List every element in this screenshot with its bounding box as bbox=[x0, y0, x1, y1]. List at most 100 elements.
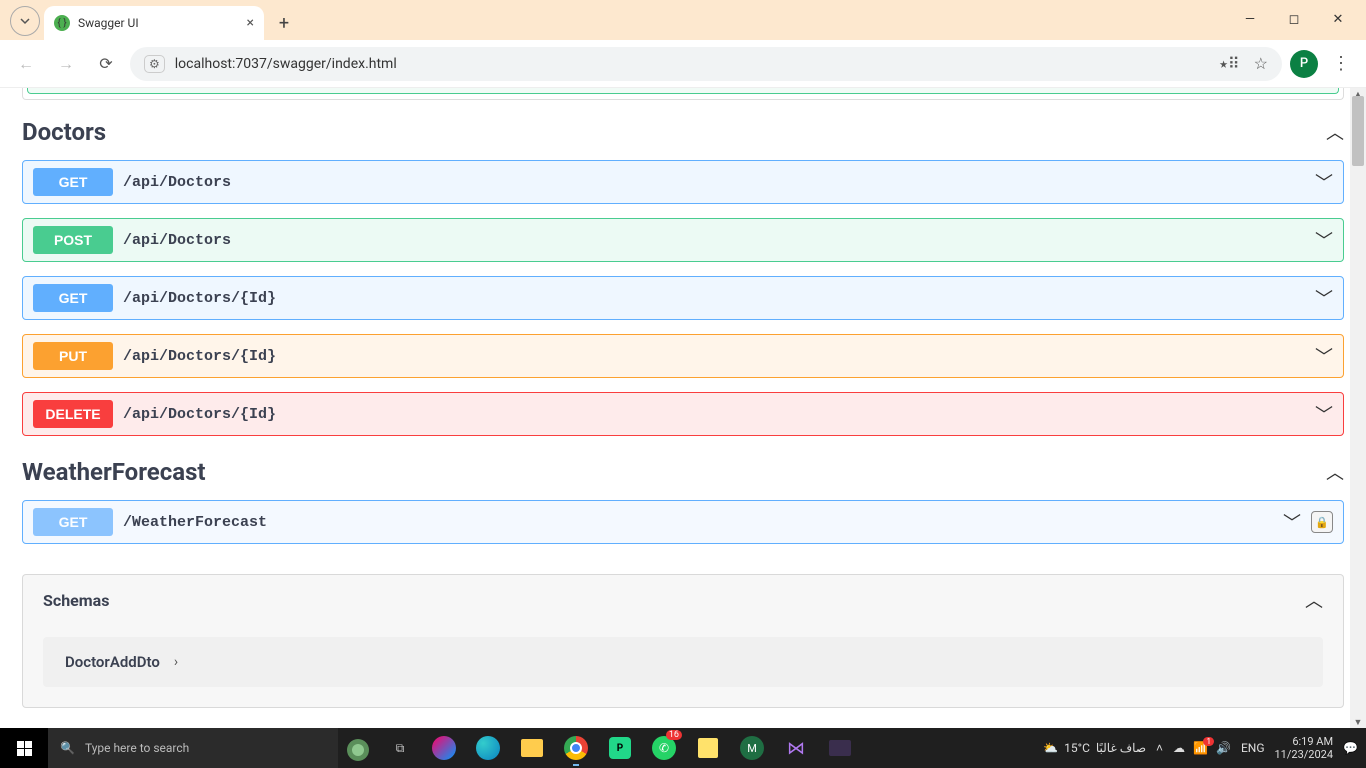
app-pycharm[interactable]: P bbox=[598, 728, 642, 768]
schemas-section: Schemas ︿ DoctorAddDto › bbox=[22, 574, 1344, 708]
schema-name: DoctorAddDto bbox=[65, 653, 160, 671]
chevron-down-icon bbox=[20, 16, 30, 26]
chevron-down-icon: ﹀ bbox=[1315, 343, 1333, 369]
weather-icon: ⛅ bbox=[1043, 741, 1058, 755]
chevron-down-icon: ﹀ bbox=[1315, 401, 1333, 427]
wifi-icon[interactable]: 📶1 bbox=[1193, 741, 1208, 755]
app-sticky-notes[interactable] bbox=[686, 728, 730, 768]
scroll-down-arrow-icon[interactable]: ▼ bbox=[1352, 716, 1364, 728]
endpoint-path: /WeatherForecast bbox=[123, 514, 267, 531]
app-edge[interactable] bbox=[466, 728, 510, 768]
tray-overflow-button[interactable]: ˄ bbox=[1156, 741, 1163, 755]
app-teams[interactable]: M bbox=[730, 728, 774, 768]
taskbar-weather[interactable]: ⛅ 15°C صاف غالبًا bbox=[1043, 741, 1146, 755]
schemas-header[interactable]: Schemas ︿ bbox=[23, 575, 1343, 625]
app-terminal[interactable] bbox=[818, 728, 862, 768]
search-placeholder: Type here to search bbox=[85, 741, 189, 755]
nav-forward-button[interactable]: → bbox=[50, 48, 82, 80]
tag-title: Doctors bbox=[22, 118, 106, 146]
succulent-icon bbox=[341, 731, 375, 765]
window-minimize-button[interactable]: — bbox=[1228, 4, 1272, 34]
browser-menu-button[interactable]: ⋮ bbox=[1326, 53, 1356, 74]
endpoint-path: /api/Doctors/{Id} bbox=[123, 406, 276, 423]
translate-icon[interactable]: ⭑⠿ bbox=[1219, 54, 1239, 74]
browser-tab-strip: { } Swagger UI × + — ◻ ✕ bbox=[0, 0, 1366, 40]
tag-header-doctors[interactable]: Doctors ︿ bbox=[22, 110, 1344, 160]
opblock-delete-doctor[interactable]: DELETE /api/Doctors/{Id} ﹀ bbox=[22, 392, 1344, 436]
bookmark-icon[interactable]: ☆ bbox=[1254, 54, 1268, 73]
lock-icon[interactable]: 🔒 bbox=[1311, 511, 1333, 533]
weather-condition: صاف غالبًا bbox=[1096, 741, 1146, 755]
taskbar-search[interactable]: 🔍 Type here to search bbox=[48, 728, 338, 768]
page-viewport: Doctors ︿ GET /api/Doctors ﹀ POST /api/D… bbox=[0, 88, 1366, 728]
app-chrome[interactable] bbox=[554, 728, 598, 768]
tag-title: WeatherForecast bbox=[22, 458, 206, 486]
method-badge: POST bbox=[33, 226, 113, 254]
endpoint-path: /api/Doctors bbox=[123, 232, 231, 249]
chevron-down-icon: ﹀ bbox=[1315, 285, 1333, 311]
start-button[interactable] bbox=[0, 728, 48, 768]
clock-date: 11/23/2024 bbox=[1275, 748, 1334, 761]
opblock-get-weatherforecast[interactable]: GET /WeatherForecast ﹀ 🔒 bbox=[22, 500, 1344, 544]
chevron-down-icon: ﹀ bbox=[1315, 227, 1333, 253]
language-indicator[interactable]: ENG bbox=[1241, 741, 1265, 755]
endpoint-path: /api/Doctors/{Id} bbox=[123, 348, 276, 365]
tag-header-weatherforecast[interactable]: WeatherForecast ︿ bbox=[22, 450, 1344, 500]
chevron-down-icon: ﹀ bbox=[1283, 509, 1301, 535]
onedrive-icon[interactable]: ☁ bbox=[1173, 741, 1185, 755]
chevron-up-icon: ︿ bbox=[1305, 587, 1323, 613]
chevron-up-icon: ︿ bbox=[1326, 119, 1344, 145]
new-tab-button[interactable]: + bbox=[270, 9, 298, 37]
chevron-down-icon: ﹀ bbox=[1315, 169, 1333, 195]
app-whatsapp[interactable]: ✆16 bbox=[642, 728, 686, 768]
volume-icon[interactable]: 🔊 bbox=[1216, 741, 1231, 755]
nav-reload-button[interactable]: ⟳ bbox=[90, 48, 122, 80]
method-badge: GET bbox=[33, 508, 113, 536]
tab-title: Swagger UI bbox=[78, 16, 139, 30]
schemas-title: Schemas bbox=[43, 591, 109, 610]
site-info-icon[interactable]: ⚙ bbox=[144, 55, 165, 73]
taskbar-clock[interactable]: 6:19 AM 11/23/2024 bbox=[1275, 735, 1334, 761]
window-close-button[interactable]: ✕ bbox=[1316, 4, 1360, 34]
opblock-get-doctors[interactable]: GET /api/Doctors ﹀ bbox=[22, 160, 1344, 204]
nav-back-button[interactable]: ← bbox=[10, 48, 42, 80]
chevron-up-icon: ︿ bbox=[1326, 459, 1344, 485]
scroll-thumb[interactable] bbox=[1352, 96, 1364, 166]
profile-avatar[interactable]: P bbox=[1290, 50, 1318, 78]
method-badge: PUT bbox=[33, 342, 113, 370]
swagger-favicon-icon: { } bbox=[54, 15, 70, 31]
browser-tab[interactable]: { } Swagger UI × bbox=[44, 6, 264, 40]
address-bar[interactable]: ⚙ localhost:7037/swagger/index.html ⭑⠿ ☆ bbox=[130, 47, 1282, 81]
schema-item[interactable]: DoctorAddDto › bbox=[43, 637, 1323, 687]
window-maximize-button[interactable]: ◻ bbox=[1272, 4, 1316, 34]
method-badge: DELETE bbox=[33, 400, 113, 428]
app-file-explorer[interactable] bbox=[510, 728, 554, 768]
opblock-put-doctor[interactable]: PUT /api/Doctors/{Id} ﹀ bbox=[22, 334, 1344, 378]
chevron-right-icon: › bbox=[174, 654, 178, 670]
tab-search-button[interactable] bbox=[10, 6, 40, 36]
method-badge: GET bbox=[33, 168, 113, 196]
weather-temp: 15°C bbox=[1064, 741, 1090, 755]
opblock-post-doctors[interactable]: POST /api/Doctors ﹀ bbox=[22, 218, 1344, 262]
windows-taskbar: 🔍 Type here to search ⧉ P ✆16 M ⋈ ⛅ 15°C… bbox=[0, 728, 1366, 768]
task-view-button[interactable]: ⧉ bbox=[378, 728, 422, 768]
window-controls: — ◻ ✕ bbox=[1228, 4, 1360, 34]
search-highlight-icon[interactable] bbox=[338, 728, 378, 768]
browser-toolbar: ← → ⟳ ⚙ localhost:7037/swagger/index.htm… bbox=[0, 40, 1366, 88]
app-copilot[interactable] bbox=[422, 728, 466, 768]
url-text: localhost:7037/swagger/index.html bbox=[175, 56, 397, 72]
clock-time: 6:19 AM bbox=[1275, 735, 1334, 748]
windows-logo-icon bbox=[17, 741, 32, 756]
endpoint-path: /api/Doctors/{Id} bbox=[123, 290, 276, 307]
opblock-get-doctor-by-id[interactable]: GET /api/Doctors/{Id} ﹀ bbox=[22, 276, 1344, 320]
endpoint-path: /api/Doctors bbox=[123, 174, 231, 191]
partial-opblock bbox=[22, 88, 1344, 100]
method-badge: GET bbox=[33, 284, 113, 312]
tab-close-button[interactable]: × bbox=[247, 15, 254, 31]
app-visual-studio[interactable]: ⋈ bbox=[774, 728, 818, 768]
taskbar-tray: ⛅ 15°C صاف غالبًا ˄ ☁ 📶1 🔊 ENG 6:19 AM 1… bbox=[1043, 735, 1366, 761]
taskbar-pinned-apps: ⧉ P ✆16 M ⋈ bbox=[378, 728, 862, 768]
notifications-button[interactable]: 💬 bbox=[1343, 741, 1358, 755]
vertical-scrollbar[interactable]: ▲ ▼ bbox=[1350, 88, 1366, 728]
search-icon: 🔍 bbox=[60, 741, 75, 755]
